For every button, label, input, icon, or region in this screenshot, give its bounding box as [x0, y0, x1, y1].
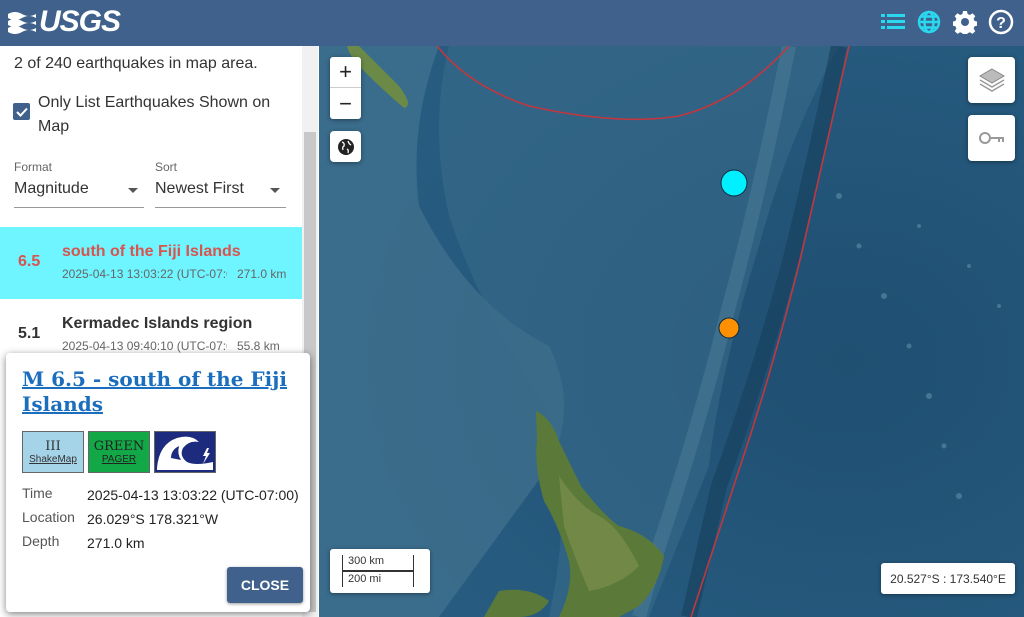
- dropdown-arrow-icon: [128, 188, 138, 193]
- tsunami-badge[interactable]: [154, 431, 216, 473]
- eq-depth: 55.8 km: [237, 339, 280, 353]
- list-item[interactable]: 6.5 south of the Fiji Islands 2025-04-13…: [0, 227, 302, 299]
- app-header: USGS ?: [0, 0, 1024, 46]
- earthquake-marker-selected[interactable]: [720, 169, 748, 197]
- help-icon[interactable]: ?: [988, 9, 1014, 35]
- sort-label: Sort: [155, 160, 178, 174]
- tsunami-wave-icon: [157, 436, 213, 470]
- popup-title-link[interactable]: M 6.5 - south of the Fiji Islands: [22, 367, 292, 417]
- shakemap-level: III: [45, 439, 61, 454]
- key-icon: [978, 132, 1004, 144]
- scale-km: 300 km: [342, 555, 414, 571]
- globe-icon[interactable]: [916, 9, 942, 35]
- logo-text: USGS: [39, 5, 121, 38]
- globe-icon: [337, 138, 354, 155]
- layers-button[interactable]: [968, 57, 1015, 103]
- only-list-checkbox[interactable]: [13, 103, 30, 120]
- location-label: Location: [22, 509, 75, 525]
- eq-time: 2025-04-13 09:40:10 (UTC-07:00): [62, 339, 227, 353]
- eq-depth: 271.0 km: [237, 267, 287, 281]
- sort-select[interactable]: Newest First: [155, 180, 286, 208]
- depth-label: Depth: [22, 533, 60, 549]
- eq-place: Kermadec Islands region: [62, 315, 253, 332]
- zoom-out-button[interactable]: −: [330, 88, 361, 119]
- eq-place: south of the Fiji Islands: [62, 243, 241, 260]
- globe-view-button[interactable]: [330, 131, 361, 162]
- dropdown-arrow-icon: [270, 188, 280, 193]
- close-popup-button[interactable]: CLOSE: [227, 567, 303, 603]
- earthquake-count: 2 of 240 earthquakes in map area.: [14, 55, 258, 72]
- eq-magnitude: 6.5: [18, 253, 41, 270]
- sort-value: Newest First: [155, 180, 244, 197]
- shakemap-label: ShakeMap: [29, 454, 77, 465]
- pager-level: GREEN: [93, 439, 145, 454]
- time-value: 2025-04-13 13:03:22 (UTC-07:00): [87, 487, 299, 503]
- scale-mi: 200 mi: [342, 571, 414, 587]
- list-icon[interactable]: [880, 9, 906, 35]
- format-value: Magnitude: [14, 180, 89, 197]
- svg-text:?: ?: [996, 15, 1006, 32]
- map-canvas: [319, 46, 1024, 617]
- earthquake-popup: M 6.5 - south of the Fiji Islands III Sh…: [6, 353, 310, 612]
- format-label: Format: [14, 160, 53, 174]
- gear-icon[interactable]: [952, 9, 978, 35]
- shakemap-badge[interactable]: III ShakeMap: [22, 431, 84, 473]
- eq-time: 2025-04-13 13:03:22 (UTC-07:00): [62, 267, 227, 281]
- map-view[interactable]: [319, 46, 1024, 617]
- legend-key-button[interactable]: [968, 115, 1015, 161]
- cursor-coordinates: 20.527°S : 173.540°E: [881, 563, 1015, 594]
- earthquake-marker[interactable]: [718, 317, 740, 339]
- zoom-control: + −: [330, 57, 361, 119]
- pager-label: PAGER: [101, 454, 137, 465]
- usgs-wave-icon: [8, 12, 36, 34]
- depth-value: 271.0 km: [87, 535, 145, 551]
- usgs-logo[interactable]: USGS: [8, 5, 121, 38]
- eq-magnitude: 5.1: [18, 325, 41, 342]
- map-scale: 300 km 200 mi: [330, 549, 430, 593]
- pager-badge[interactable]: GREEN PAGER: [88, 431, 150, 473]
- only-list-label[interactable]: Only List Earthquakes Shown on Map: [38, 91, 288, 139]
- zoom-in-button[interactable]: +: [330, 57, 361, 88]
- time-label: Time: [22, 485, 53, 501]
- layers-icon: [978, 68, 1005, 92]
- format-select[interactable]: Magnitude: [14, 180, 144, 208]
- location-value: 26.029°S 178.321°W: [87, 511, 219, 527]
